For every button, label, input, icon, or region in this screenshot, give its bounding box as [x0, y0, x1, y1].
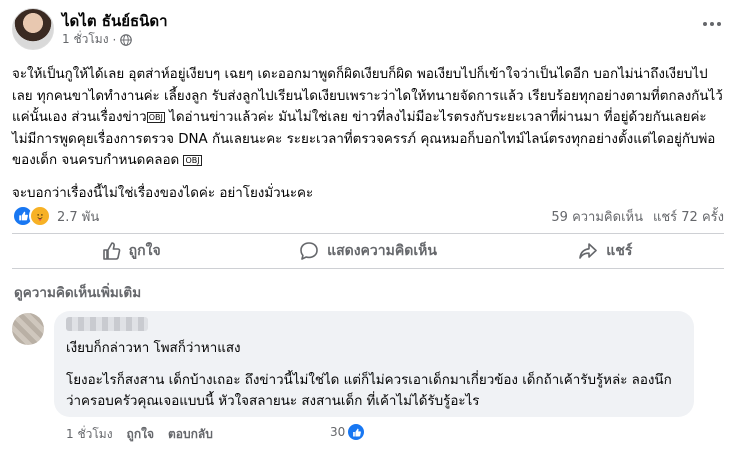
- commenter-name-blurred[interactable]: [66, 317, 148, 331]
- more-options-button[interactable]: [700, 16, 724, 32]
- comment-line: โยงอะไรก็สงสาน เด็กบ้างเถอะ ถึงข่าวนี้ไม…: [66, 372, 672, 410]
- care-reaction-icon: [29, 205, 51, 227]
- post-time[interactable]: 1 ชั่วโมง: [62, 30, 109, 49]
- author-avatar[interactable]: [12, 8, 54, 50]
- share-button[interactable]: แชร์: [487, 236, 724, 266]
- post-text: จะให้เป็นกูให้ได้เลย อุตส่าห์อยู่เงียบๆ …: [12, 64, 724, 204]
- comment-like-button[interactable]: ถูกใจ: [127, 425, 154, 444]
- divider: [12, 268, 724, 269]
- share-icon: [579, 243, 598, 259]
- comment-line: เงียบก็กล่าวหา โพสก็ว่าหาแสง: [66, 341, 241, 356]
- comment-reply-button[interactable]: ตอบกลับ: [168, 425, 213, 444]
- like-button[interactable]: ถูกใจ: [12, 236, 249, 266]
- comment-actions: 1 ชั่วโมง ถูกใจ ตอบกลับ: [66, 425, 213, 444]
- comment-icon: [300, 242, 318, 260]
- reaction-summary: 2.7 พัน 59 ความคิดเห็น แชร์ 72 ครั้ง: [12, 205, 724, 227]
- shares-count[interactable]: แชร์ 72 ครั้ง: [653, 206, 724, 227]
- thumbs-up-icon: [102, 242, 120, 260]
- reaction-count: 2.7 พัน: [57, 209, 100, 225]
- post-paragraph: จะให้เป็นกูให้ได้เลย อุตส่าห์อยู่เงียบๆ …: [12, 64, 724, 172]
- comment-reaction-count: 30: [330, 425, 346, 439]
- divider: [12, 233, 724, 234]
- comments-count[interactable]: 59 ความคิดเห็น: [551, 206, 643, 227]
- reaction-icons: [12, 205, 51, 227]
- dot-icon: [703, 22, 707, 26]
- meta-separator: ·: [112, 32, 117, 47]
- like-label: ถูกใจ: [128, 243, 161, 259]
- comment-button[interactable]: แสดงความคิดเห็น: [249, 236, 486, 266]
- dot-icon: [710, 22, 714, 26]
- comment-time[interactable]: 1 ชั่วโมง: [66, 425, 113, 444]
- post-meta: 1 ชั่วโมง ·: [62, 30, 133, 49]
- obj-glyph: OBJ: [183, 154, 202, 166]
- reactions[interactable]: 2.7 พัน: [12, 205, 99, 227]
- obj-glyph: OBJ: [146, 111, 165, 123]
- post-action-bar: ถูกใจ แสดงความคิดเห็น แชร์: [12, 236, 724, 266]
- comment-label: แสดงความคิดเห็น: [327, 243, 437, 259]
- view-more-comments-link[interactable]: ดูความคิดเห็นเพิ่มเติม: [14, 281, 141, 303]
- globe-icon: [120, 33, 133, 46]
- post-paragraph: จะบอกว่าเรื่องนี้ไม่ใช่เรื่องของไดค่ะ อย…: [12, 185, 314, 201]
- engagement-counts: 59 ความคิดเห็น แชร์ 72 ครั้ง: [551, 206, 724, 227]
- share-label: แชร์: [606, 243, 633, 259]
- dot-icon: [717, 22, 721, 26]
- comment-text: เงียบก็กล่าวหา โพสก็ว่าหาแสง โยงอะไรก็สง…: [66, 338, 682, 413]
- commenter-avatar-blurred[interactable]: [12, 313, 44, 345]
- comment-reactions[interactable]: 30: [330, 424, 365, 440]
- like-reaction-icon: [348, 424, 365, 440]
